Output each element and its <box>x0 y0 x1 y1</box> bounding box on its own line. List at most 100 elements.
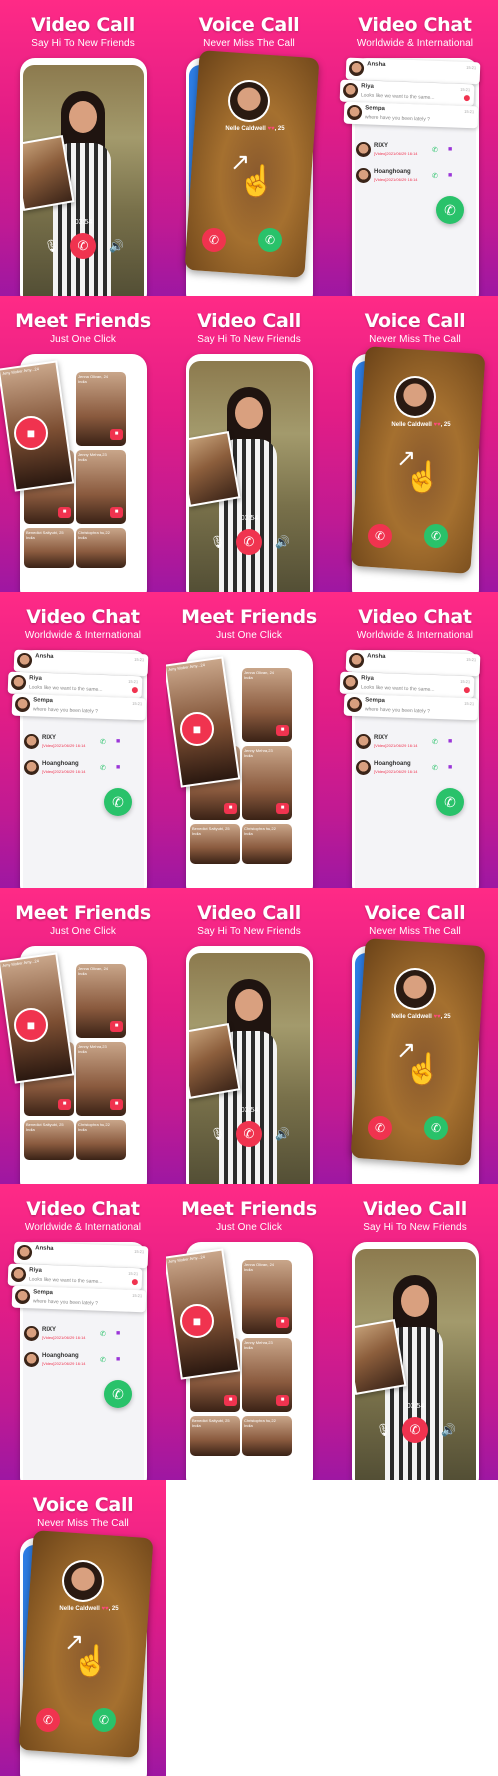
list-item[interactable]: Hoanghoang [Video]2021/06/29 16:14 ✆ ■ <box>356 164 456 190</box>
call-history-list: RIXY [Video]2021/06/29 16:14 ✆ ■ Hoangho… <box>356 138 456 190</box>
video-call-button[interactable]: ■ <box>180 712 214 746</box>
avatar <box>10 674 27 691</box>
profile-card[interactable]: Christophra hu,22 India <box>76 1120 126 1160</box>
video-camera-icon[interactable]: ■ <box>116 1330 120 1337</box>
tile-subtitle: Say Hi To New Friends <box>197 926 301 937</box>
chat-card[interactable]: Sempa where have you been lately ? 15:21 <box>343 693 479 721</box>
decline-call-button[interactable]: ✆ <box>368 1116 392 1140</box>
video-camera-icon[interactable]: ■ <box>110 1021 123 1032</box>
mic-off-icon[interactable]: 🎙 <box>210 535 225 549</box>
profile-card[interactable]: Jenna Olivan, 24 India ■ <box>76 964 126 1038</box>
decline-call-button[interactable]: ✆ <box>202 228 226 252</box>
call-fab-button[interactable]: ✆ <box>104 788 132 816</box>
end-call-button[interactable]: ✆ <box>70 233 96 259</box>
chat-card[interactable]: Sempa where have you been lately ? 15:21 <box>11 1285 147 1313</box>
video-camera-icon[interactable]: ■ <box>276 1317 289 1328</box>
profile-card[interactable]: Christophra hu,22 India <box>242 1416 292 1456</box>
caller-name: Nelle Caldwell ♥♥, 25 <box>225 126 285 132</box>
end-call-button[interactable]: ✆ <box>236 1121 262 1147</box>
video-camera-icon[interactable]: ■ <box>448 764 452 771</box>
video-camera-icon[interactable]: ■ <box>448 146 452 153</box>
avatar <box>16 1244 33 1261</box>
profile-card[interactable]: Christophra hu,22 India <box>76 528 126 568</box>
video-camera-icon[interactable]: ■ <box>448 172 452 179</box>
call-fab-button[interactable]: ✆ <box>436 196 464 224</box>
profile-card[interactable]: Benedict Saltyubi, 25 India <box>190 824 240 864</box>
tile-subtitle: Worldwide & International <box>356 630 474 641</box>
phone-icon[interactable]: ✆ <box>432 738 438 746</box>
video-call-button[interactable]: ■ <box>180 1304 214 1338</box>
accept-call-button[interactable]: ✆ <box>424 1116 448 1140</box>
accept-call-button[interactable]: ✆ <box>424 524 448 548</box>
video-camera-icon[interactable]: ■ <box>276 1395 289 1406</box>
profile-card[interactable]: Benedict Saltyubi, 25 India <box>24 528 74 568</box>
video-camera-icon[interactable]: ■ <box>224 1395 237 1406</box>
mic-off-icon[interactable]: 🎙 <box>210 1127 225 1141</box>
mic-off-icon[interactable]: 🎙 <box>44 239 59 253</box>
chat-time: 15:21 <box>460 86 471 93</box>
mic-off-icon[interactable]: 🎙 <box>376 1423 391 1437</box>
phone-icon[interactable]: ✆ <box>100 764 106 772</box>
profile-country: India <box>244 753 253 758</box>
video-call-button[interactable]: ■ <box>14 1008 48 1042</box>
video-camera-icon[interactable]: ■ <box>110 429 123 440</box>
profile-card[interactable]: Christophra hu,22 India <box>242 824 292 864</box>
screenshot-tile-meet-friends: Meet Friends Just One Click Jenna Olivan… <box>0 888 166 1184</box>
list-item[interactable]: RIXY [Video]2021/06/29 16:14 ✆ ■ <box>356 138 456 164</box>
hand-pointer-icon: ☝ <box>238 165 276 198</box>
call-fab-button[interactable]: ✆ <box>104 1380 132 1408</box>
video-camera-icon[interactable]: ■ <box>276 803 289 814</box>
video-camera-icon[interactable]: ■ <box>276 725 289 736</box>
phone-icon[interactable]: ✆ <box>432 146 438 154</box>
profile-card[interactable]: Jenna Olivan, 24 India ■ <box>76 372 126 446</box>
screenshot-tile-voice-call: Voice Call Never Miss The Call Nelle Cal… <box>332 296 498 592</box>
end-call-button[interactable]: ✆ <box>402 1417 428 1443</box>
phone-icon[interactable]: ✆ <box>100 738 106 746</box>
profile-card[interactable]: Jenny Mehra,23 India ■ <box>242 746 292 820</box>
decline-call-button[interactable]: ✆ <box>36 1708 60 1732</box>
phone-icon[interactable]: ✆ <box>432 764 438 772</box>
chat-cards: Ansha 15:21 Riya Looks like we want to t… <box>332 649 481 726</box>
video-camera-icon[interactable]: ■ <box>224 803 237 814</box>
video-camera-icon[interactable]: ■ <box>448 738 452 745</box>
video-camera-icon[interactable]: ■ <box>116 738 120 745</box>
profile-card[interactable]: Benedict Saltyubi, 25 India <box>190 1416 240 1456</box>
video-camera-icon[interactable]: ■ <box>110 507 123 518</box>
profile-card[interactable]: Jenny Mehra,23 India ■ <box>76 1042 126 1116</box>
video-call-button[interactable]: ■ <box>14 416 48 450</box>
profile-card[interactable]: Jenny Mehra,23 India ■ <box>76 450 126 524</box>
chat-card[interactable]: Sempa where have you been lately ? 15:21 <box>343 101 479 129</box>
video-camera-icon[interactable]: ■ <box>110 1099 123 1110</box>
phone-icon[interactable]: ✆ <box>432 172 438 180</box>
list-item[interactable]: Hoanghoang [Video]2021/06/29 16:14 ✆ ■ <box>24 1348 124 1374</box>
profile-card[interactable]: Jenna Olivan, 24 India ■ <box>242 668 292 742</box>
accept-call-button[interactable]: ✆ <box>92 1708 116 1732</box>
chat-message: Looks like we want to the same... <box>360 92 435 101</box>
profile-card[interactable]: Jenny Mehra,23 India ■ <box>242 1338 292 1412</box>
decline-call-button[interactable]: ✆ <box>368 524 392 548</box>
video-camera-icon[interactable]: ■ <box>58 1099 71 1110</box>
end-call-button[interactable]: ✆ <box>236 529 262 555</box>
chat-message: where have you been lately ? <box>364 114 431 123</box>
video-camera-icon[interactable]: ■ <box>116 764 120 771</box>
speaker-icon[interactable]: 🔊 <box>441 1423 456 1437</box>
list-item[interactable]: RIXY [Video]2021/06/29 16:14 ✆ ■ <box>356 730 456 756</box>
speaker-icon[interactable]: 🔊 <box>109 239 124 253</box>
list-item[interactable]: RIXY [Video]2021/06/29 16:14 ✆ ■ <box>24 730 124 756</box>
accept-call-button[interactable]: ✆ <box>258 228 282 252</box>
chat-card[interactable]: Sempa where have you been lately ? 15:21 <box>11 693 147 721</box>
video-camera-icon[interactable]: ■ <box>58 507 71 518</box>
phone-icon[interactable]: ✆ <box>100 1356 106 1364</box>
profile-country: India <box>192 1423 201 1428</box>
profile-card[interactable]: Jenna Olivan, 24 India ■ <box>242 1260 292 1334</box>
list-item[interactable]: Hoanghoang [Video]2021/06/29 16:14 ✆ ■ <box>24 756 124 782</box>
speaker-icon[interactable]: 🔊 <box>275 1127 290 1141</box>
list-item[interactable]: RIXY [Video]2021/06/29 16:14 ✆ ■ <box>24 1322 124 1348</box>
phone-icon[interactable]: ✆ <box>100 1330 106 1338</box>
call-controls: 🎙 ✆ 🔊 <box>355 1417 476 1443</box>
list-item[interactable]: Hoanghoang [Video]2021/06/29 16:14 ✆ ■ <box>356 756 456 782</box>
speaker-icon[interactable]: 🔊 <box>275 535 290 549</box>
call-fab-button[interactable]: ✆ <box>436 788 464 816</box>
video-camera-icon[interactable]: ■ <box>116 1356 120 1363</box>
profile-card[interactable]: Benedict Saltyubi, 25 India <box>24 1120 74 1160</box>
